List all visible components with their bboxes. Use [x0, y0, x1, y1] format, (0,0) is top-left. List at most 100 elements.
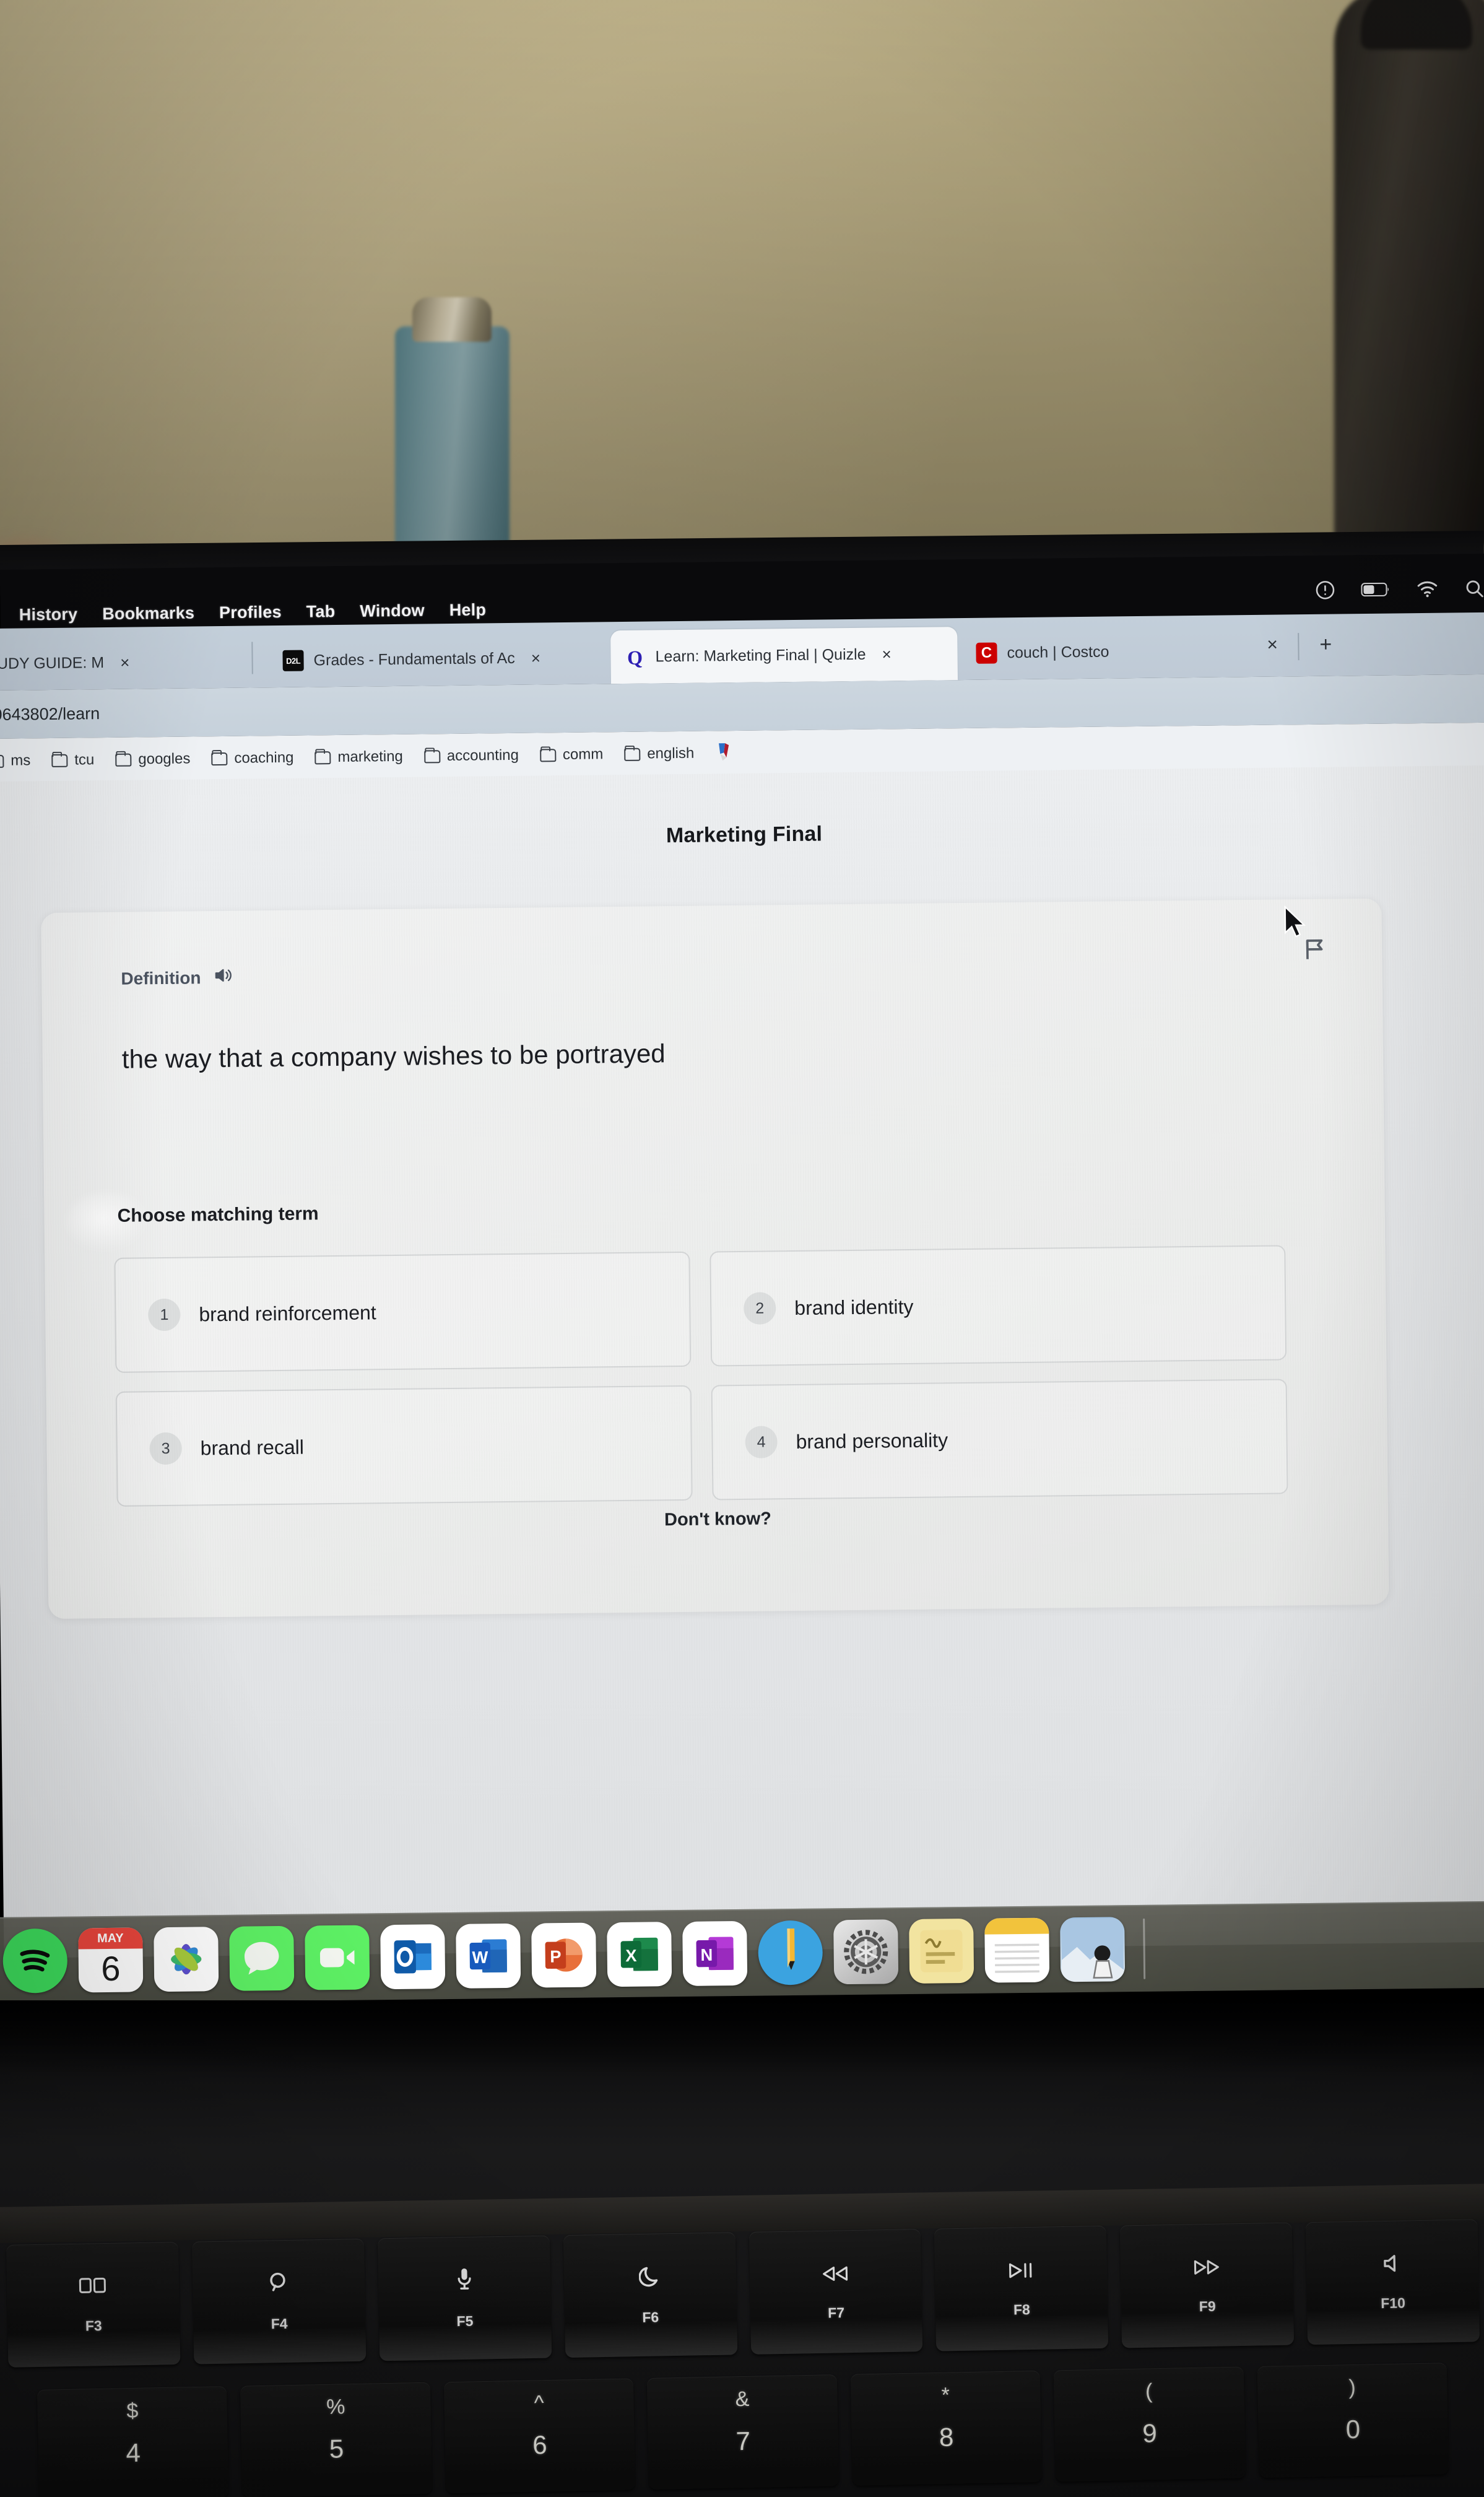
messages-icon [244, 1941, 279, 1975]
focus-icon[interactable] [1314, 579, 1336, 601]
key-shift-symbol: ( [1145, 2379, 1153, 2403]
menu-item-profiles[interactable]: Profiles [219, 603, 282, 622]
key-6[interactable]: ^ 6 [443, 2378, 636, 2494]
key-7[interactable]: & 7 [647, 2374, 839, 2490]
key-f3[interactable]: F3 [6, 2241, 181, 2368]
bookmark-ms[interactable]: ms [0, 752, 30, 770]
url-text: 10643802/learn [0, 704, 100, 724]
search-icon[interactable] [1464, 578, 1484, 599]
key-5[interactable]: % 5 [240, 2382, 433, 2497]
bookmark-googles[interactable]: googles [115, 751, 191, 769]
answer-choice-3[interactable]: 3 brand recall [115, 1385, 693, 1507]
speaker-icon[interactable] [213, 967, 233, 988]
browser-tab-d2l-grades[interactable]: D2L Grades - Fundamentals of Ac × [269, 630, 616, 687]
dont-know-button[interactable]: Don't know? [48, 1502, 1388, 1537]
key-label: 6 [532, 2430, 548, 2460]
new-tab-button[interactable]: + [1319, 633, 1332, 657]
menu-item-bookmarks[interactable]: Bookmarks [102, 603, 194, 624]
dock-item-outlook[interactable] [380, 1924, 446, 1990]
close-icon[interactable]: × [1267, 635, 1278, 656]
key-f7[interactable]: F7 [749, 2229, 923, 2355]
dock-item-facetime[interactable] [305, 1925, 370, 1990]
dark-bottle-object [1334, 0, 1484, 545]
bookmark-english[interactable]: english [624, 745, 694, 763]
definition-label: Definition [121, 967, 201, 988]
dock-item-spotify[interactable] [2, 1928, 68, 1994]
key-0[interactable]: ) 0 [1257, 2363, 1449, 2478]
bookmark-colored-favicon[interactable] [715, 741, 734, 765]
key-shift-symbol: & [735, 2387, 750, 2412]
laptop-hinge-shadow [0, 2000, 1484, 2075]
browser-tab-quizlet-learn[interactable]: Q Learn: Marketing Final | Quizle × [610, 627, 958, 684]
close-icon[interactable]: × [120, 653, 130, 672]
dock-item-notes[interactable] [984, 1917, 1050, 1983]
choice-number: 4 [745, 1426, 778, 1458]
dock-item-photos[interactable] [154, 1927, 219, 1992]
key-f9[interactable]: F9 [1119, 2222, 1295, 2348]
menu-item-tab[interactable]: Tab [306, 602, 336, 622]
key-label: 7 [735, 2426, 751, 2456]
answer-choice-1[interactable]: 1 brand reinforcement [114, 1251, 692, 1373]
menu-item-window[interactable]: Window [360, 601, 425, 621]
close-icon[interactable]: × [882, 645, 892, 664]
battery-icon[interactable] [1361, 582, 1391, 598]
bookmark-marketing[interactable]: marketing [315, 748, 403, 767]
bookmark-accounting[interactable]: accounting [423, 747, 519, 765]
browser-tab-title: couch | Costco [1007, 642, 1109, 661]
key-8[interactable]: * 8 [850, 2370, 1043, 2486]
menu-bar-status-area [1314, 577, 1484, 601]
menu-item-history[interactable]: History [19, 604, 78, 624]
browser-tab-title: Learn: Marketing Final | Quizle [655, 645, 866, 665]
dock-divider [1143, 1918, 1146, 1979]
choice-number: 2 [743, 1292, 776, 1325]
key-f5[interactable]: F5 [377, 2235, 552, 2361]
key-f4[interactable]: F4 [191, 2238, 367, 2364]
d2l-icon: D2L [282, 650, 304, 671]
bookmark-coaching[interactable]: coaching [211, 749, 294, 767]
dock-item-notability[interactable] [758, 1920, 823, 1985]
answer-choice-2[interactable]: 2 brand identity [709, 1245, 1287, 1367]
question-card: Definition the way that a company wishes… [41, 898, 1389, 1619]
key-f6[interactable]: F6 [563, 2232, 737, 2358]
folder-icon [423, 749, 440, 763]
answer-choice-4[interactable]: 4 brand personality [711, 1379, 1288, 1501]
do-not-disturb-moon-icon [638, 2264, 661, 2292]
bookmark-label: coaching [234, 749, 294, 767]
dock-item-stickies[interactable] [909, 1918, 974, 1984]
bookmark-label: tcu [74, 751, 95, 769]
menu-item-help[interactable]: Help [449, 600, 487, 620]
dock-item-word[interactable]: W [456, 1923, 521, 1989]
powerpoint-icon: P [545, 1938, 583, 1972]
bookmark-comm[interactable]: comm [539, 746, 604, 764]
folder-icon [115, 753, 132, 767]
dock-item-system-preferences[interactable] [833, 1919, 899, 1985]
browser-tab-costco-couch[interactable]: C couch | Costco [962, 623, 1309, 680]
bookmark-tcu[interactable]: tcu [51, 751, 94, 769]
dock-item-onenote[interactable]: N [682, 1920, 748, 1986]
wifi-icon[interactable] [1415, 580, 1439, 598]
spotlight-search-icon [267, 2270, 291, 2299]
dock-item-calendar[interactable]: MAY 6 [78, 1927, 144, 1993]
mission-control-icon [79, 2275, 108, 2301]
macos-dock: MAY 6 W P X N [0, 1901, 1484, 2004]
key-label: F10 [1380, 2294, 1406, 2311]
flag-icon[interactable] [1303, 936, 1328, 965]
close-icon[interactable]: × [531, 648, 541, 668]
key-shift-symbol: ) [1348, 2375, 1356, 2400]
browser-tab-study-guide[interactable]: AL EXAM STUDY GUIDE: M × [0, 635, 240, 692]
key-shift-symbol: $ [126, 2399, 139, 2423]
dock-item-powerpoint[interactable]: P [531, 1922, 597, 1988]
dock-item-excel[interactable]: X [607, 1922, 672, 1987]
key-f10[interactable]: F10 [1305, 2219, 1480, 2345]
key-4[interactable]: $ 4 [37, 2386, 229, 2497]
key-label: 9 [1142, 2418, 1158, 2448]
dock-item-preview[interactable] [1060, 1917, 1126, 1982]
choice-label: brand personality [796, 1428, 948, 1453]
svg-text:N: N [700, 1945, 713, 1964]
key-9[interactable]: ( 9 [1053, 2366, 1246, 2482]
dock-item-messages[interactable] [229, 1925, 295, 1991]
key-label: F8 [1013, 2301, 1031, 2317]
browser-chrome: AL EXAM STUDY GUIDE: M × D2L Grades - Fu… [0, 612, 1484, 783]
key-f8[interactable]: F8 [934, 2225, 1109, 2351]
key-label: F4 [271, 2315, 288, 2332]
